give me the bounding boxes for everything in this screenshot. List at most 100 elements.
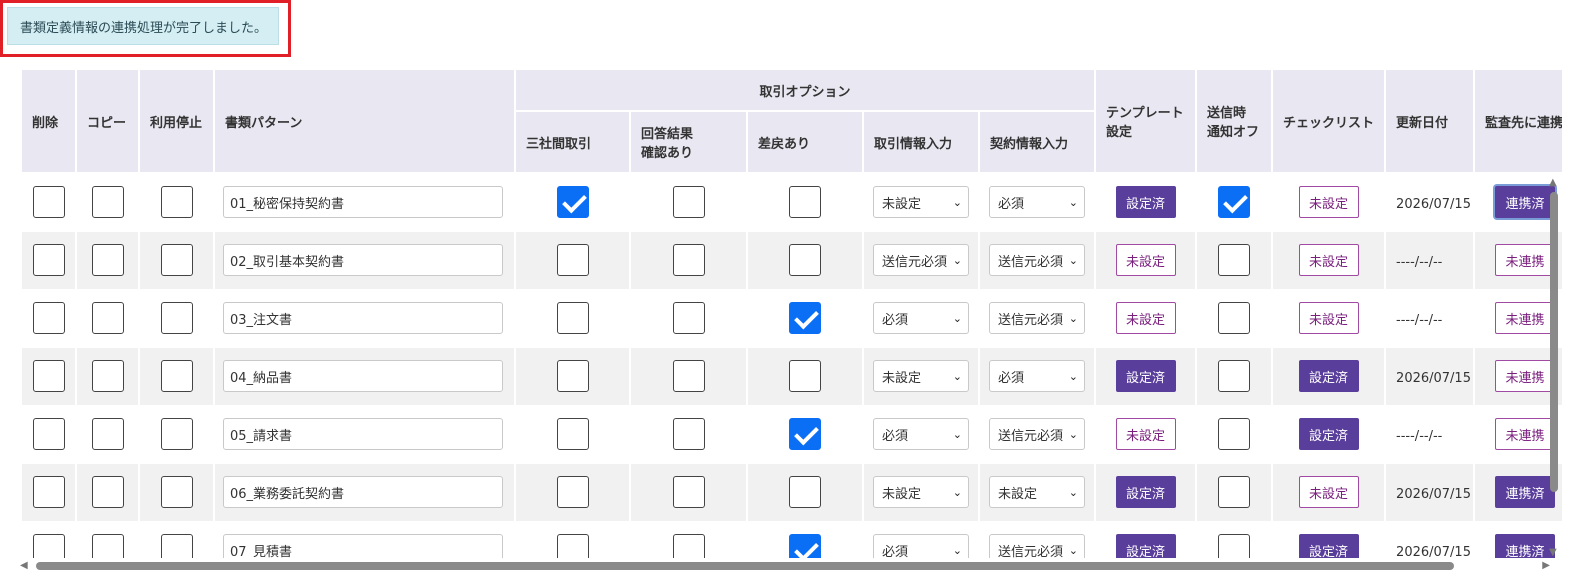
suspend-checkbox[interactable] [160,534,193,558]
template-setting-button[interactable]: 未設定 [1115,244,1176,276]
contract-info-select[interactable]: 送信元必須 ⌄ [989,534,1086,558]
table-body: 未設定⌄必須⌄設定済未設定2026/07/15連携済送信元必須⌄送信元必須⌄未設… [20,173,1562,558]
doc-pattern-input[interactable] [223,418,503,450]
copy-checkbox[interactable] [91,360,124,392]
vertical-scroll-thumb[interactable] [1550,192,1558,492]
sendback-checkbox[interactable] [789,476,821,508]
notify-off-checkbox[interactable] [1218,534,1251,558]
doc-pattern-input[interactable] [223,302,503,334]
suspend-checkbox[interactable] [160,360,193,392]
trade-info-select[interactable]: 必須 ⌄ [873,534,969,558]
col-header-copy: コピー [75,68,140,174]
scroll-up-arrow-icon[interactable]: ▲ [1549,178,1557,188]
vertical-scrollbar[interactable]: ▲ ▼ [1547,178,1561,558]
sendback-checkbox[interactable] [789,244,821,276]
notify-off-checkbox[interactable] [1218,302,1251,334]
answer-confirm-checkbox[interactable] [672,476,705,508]
three-party-checkbox[interactable] [556,476,589,508]
suspend-checkbox[interactable] [160,476,193,508]
delete-checkbox[interactable] [32,360,65,392]
trade-info-select[interactable]: 送信元必須 ⌄ [873,244,969,276]
checklist-button[interactable]: 未設定 [1298,476,1359,508]
scroll-right-arrow-icon[interactable]: ▶ [1542,559,1550,573]
template-setting-button[interactable]: 設定済 [1115,534,1176,558]
delete-checkbox[interactable] [32,302,65,334]
contract-info-select[interactable]: 送信元必須 ⌄ [989,418,1086,450]
trade-info-select[interactable]: 未設定 ⌄ [873,360,969,392]
suspend-checkbox[interactable] [160,186,193,219]
notify-off-checkbox[interactable] [1218,244,1251,276]
trade-info-select[interactable]: 必須 ⌄ [873,418,969,450]
contract-info-select[interactable]: 送信元必須 ⌄ [989,244,1086,276]
suspend-checkbox[interactable] [160,418,193,450]
sendback-checkbox[interactable] [789,360,821,392]
horizontal-scrollbar[interactable]: ◀ ▶ [20,559,1550,573]
chevron-down-icon: ⌄ [952,485,962,499]
delete-checkbox[interactable] [32,244,65,276]
trade-info-select[interactable]: 未設定 ⌄ [873,476,969,508]
notify-off-checkbox[interactable] [1218,476,1251,508]
sendback-checkbox[interactable] [789,418,821,450]
copy-checkbox[interactable] [91,302,124,334]
doc-pattern-input[interactable] [223,244,503,276]
template-setting-button[interactable]: 設定済 [1115,186,1176,219]
template-setting-button[interactable]: 未設定 [1115,418,1176,450]
contract-info-select[interactable]: 未設定 ⌄ [989,476,1086,508]
doc-pattern-input[interactable] [223,360,503,392]
answer-confirm-checkbox[interactable] [672,302,705,334]
copy-checkbox[interactable] [91,534,124,558]
template-setting-button[interactable]: 設定済 [1115,360,1176,392]
sendback-checkbox[interactable] [789,186,821,219]
delete-checkbox[interactable] [32,418,65,450]
three-party-checkbox[interactable] [556,244,589,276]
answer-confirm-checkbox[interactable] [672,244,705,276]
answer-confirm-checkbox[interactable] [672,186,705,219]
notify-off-checkbox[interactable] [1218,418,1251,450]
copy-checkbox[interactable] [91,418,124,450]
answer-confirm-checkbox[interactable] [672,360,705,392]
delete-checkbox[interactable] [32,476,65,508]
suspend-checkbox[interactable] [160,244,193,276]
trade-info-select[interactable]: 必須 ⌄ [873,302,969,334]
suspend-checkbox[interactable] [160,302,193,334]
contract-info-select[interactable]: 必須 ⌄ [989,186,1086,219]
delete-checkbox[interactable] [32,186,65,219]
delete-checkbox[interactable] [32,534,65,558]
checklist-button[interactable]: 未設定 [1298,244,1359,276]
three-party-checkbox[interactable] [556,418,589,450]
checklist-button[interactable]: 設定済 [1298,534,1359,558]
notify-off-checkbox[interactable] [1218,186,1251,219]
checklist-button[interactable]: 未設定 [1298,186,1359,219]
updated-date: 2026/07/15 [1396,196,1471,212]
horizontal-scroll-thumb[interactable] [36,562,1454,570]
three-party-checkbox[interactable] [556,360,589,392]
doc-pattern-input[interactable] [223,186,503,219]
sendback-checkbox[interactable] [789,534,821,558]
notify-off-checkbox[interactable] [1218,360,1251,392]
trade-info-select[interactable]: 未設定 ⌄ [873,186,969,219]
sendback-checkbox[interactable] [789,302,821,334]
chevron-down-icon: ⌄ [1068,311,1079,325]
three-party-checkbox[interactable] [556,302,589,334]
answer-confirm-checkbox[interactable] [672,418,705,450]
three-party-checkbox[interactable] [556,534,589,558]
template-setting-button[interactable]: 設定済 [1115,476,1176,508]
copy-checkbox[interactable] [91,186,124,219]
col-header-doc-pattern: 書類パターン [213,68,516,174]
table-row: 未設定⌄必須⌄設定済設定済2026/07/15未連携 [20,347,1562,406]
copy-checkbox[interactable] [91,476,124,508]
updated-date: ----/--/-- [1396,428,1443,444]
scroll-down-arrow-icon[interactable]: ▼ [1549,548,1557,558]
three-party-checkbox[interactable] [556,186,589,219]
template-setting-button[interactable]: 未設定 [1115,302,1176,334]
checklist-button[interactable]: 設定済 [1298,360,1359,392]
checklist-button[interactable]: 設定済 [1298,418,1359,450]
checklist-button[interactable]: 未設定 [1298,302,1359,334]
doc-pattern-input[interactable] [223,476,503,508]
contract-info-select[interactable]: 送信元必須 ⌄ [989,302,1086,334]
doc-pattern-input[interactable] [223,534,503,558]
contract-info-select[interactable]: 必須 ⌄ [989,360,1086,392]
scroll-left-arrow-icon[interactable]: ◀ [20,559,28,573]
answer-confirm-checkbox[interactable] [672,534,705,558]
copy-checkbox[interactable] [91,244,124,276]
